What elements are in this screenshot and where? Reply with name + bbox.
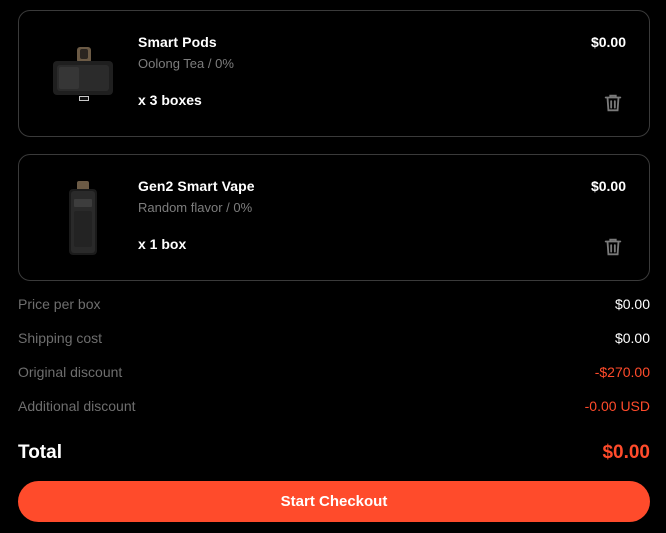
trash-icon[interactable] <box>602 236 624 258</box>
start-checkout-button[interactable]: Start Checkout <box>18 481 650 522</box>
summary-value: $0.00 <box>614 330 650 346</box>
item-price: $0.00 <box>590 178 626 194</box>
summary-label: Additional discount <box>18 398 136 414</box>
order-summary: Price per box $0.00 Shipping cost $0.00 … <box>18 296 650 432</box>
item-quantity: x 3 boxes <box>138 92 202 108</box>
item-variant: Oolong Tea / 0% <box>138 56 234 71</box>
summary-row-additional-discount: Additional discount -0.00 USD <box>18 398 650 432</box>
cart-item-gen2-smart-vape: Gen2 Smart Vape Random flavor / 0% x 1 b… <box>18 154 650 281</box>
summary-row-shipping: Shipping cost $0.00 <box>18 330 650 364</box>
total-label: Total <box>18 442 62 463</box>
item-price: $0.00 <box>590 34 626 50</box>
item-variant: Random flavor / 0% <box>138 200 253 215</box>
cart-item-smart-pods: Smart Pods Oolong Tea / 0% x 3 boxes $0.… <box>18 10 650 137</box>
summary-label: Original discount <box>18 364 123 380</box>
summary-row-original-discount: Original discount -$270.00 <box>18 364 650 398</box>
trash-icon[interactable] <box>602 92 624 114</box>
vape-device-image <box>69 181 97 255</box>
pod-cartridge-image <box>53 47 113 101</box>
summary-row-price-per-box: Price per box $0.00 <box>18 296 650 330</box>
summary-value: $0.00 <box>614 296 650 312</box>
cart-summary-page: Smart Pods Oolong Tea / 0% x 3 boxes $0.… <box>0 0 666 533</box>
summary-value: -$270.00 <box>594 364 650 380</box>
summary-value: -0.00 USD <box>584 398 650 414</box>
summary-label: Price per box <box>18 296 101 312</box>
item-name: Gen2 Smart Vape <box>138 178 255 194</box>
item-name: Smart Pods <box>138 34 217 50</box>
item-quantity: x 1 box <box>138 236 187 252</box>
total-value: $0.00 <box>602 442 650 463</box>
summary-label: Shipping cost <box>18 330 103 346</box>
